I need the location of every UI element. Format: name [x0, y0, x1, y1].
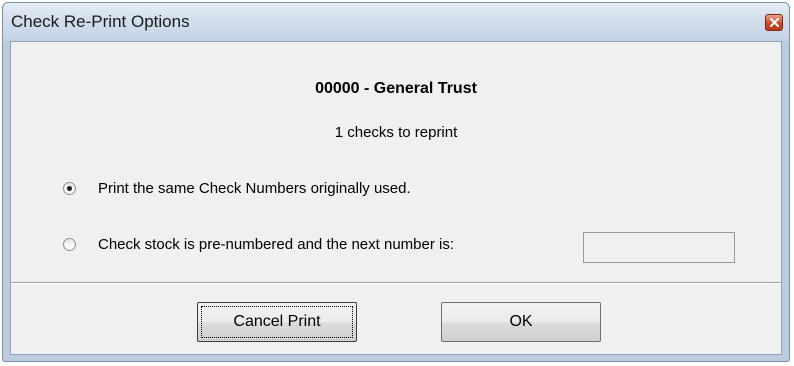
checks-count-label: 1 checks to reprint	[334, 124, 458, 141]
close-icon	[769, 18, 779, 27]
same-numbers-radio[interactable]	[63, 182, 76, 195]
ok-label: OK	[509, 313, 533, 330]
prenumbered-radio[interactable]	[63, 238, 76, 251]
close-button[interactable]	[765, 14, 783, 31]
same-numbers-label: Print the same Check Numbers originally …	[98, 180, 411, 197]
option-same-numbers[interactable]: Print the same Check Numbers originally …	[63, 180, 411, 197]
cancel-print-label: Cancel Print	[233, 313, 321, 330]
cancel-print-button[interactable]: Cancel Print	[197, 302, 357, 342]
next-number-input[interactable]	[583, 232, 735, 263]
trust-heading: 00000 - General Trust	[315, 80, 477, 97]
options-group: 00000 - General Trust 1 checks to reprin…	[11, 42, 781, 283]
title-bar[interactable]: Check Re-Print Options	[3, 3, 789, 41]
option-prenumbered[interactable]: Check stock is pre-numbered and the next…	[63, 236, 454, 253]
ok-button[interactable]: OK	[441, 302, 601, 342]
dialog-window: Check Re-Print Options 00000 - General T…	[2, 2, 790, 362]
prenumbered-label: Check stock is pre-numbered and the next…	[98, 236, 455, 253]
window-title: Check Re-Print Options	[11, 12, 190, 31]
dialog-body: 00000 - General Trust 1 checks to reprin…	[10, 41, 782, 355]
